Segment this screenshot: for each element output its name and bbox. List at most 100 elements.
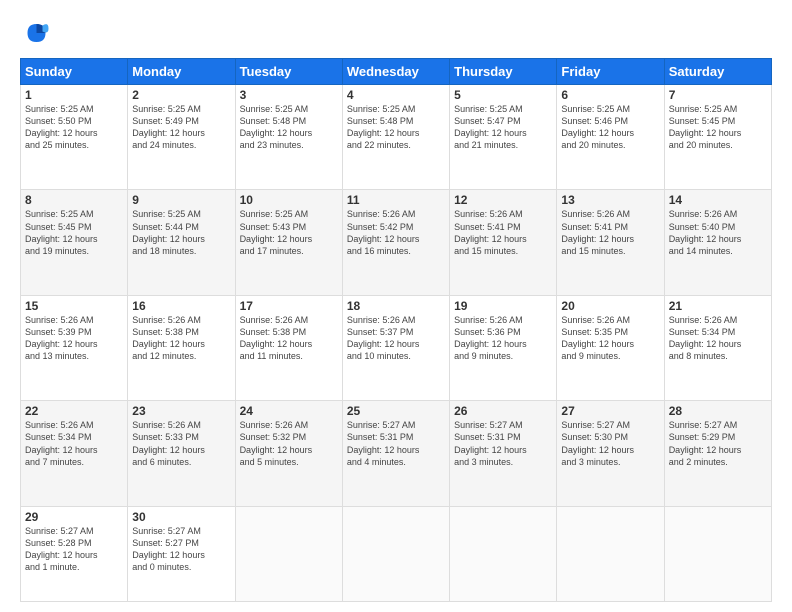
day-info: Sunrise: 5:26 AM Sunset: 5:33 PM Dayligh…	[132, 419, 230, 468]
day-info: Sunrise: 5:25 AM Sunset: 5:43 PM Dayligh…	[240, 208, 338, 257]
calendar-cell: 20Sunrise: 5:26 AM Sunset: 5:35 PM Dayli…	[557, 295, 664, 400]
calendar-cell: 19Sunrise: 5:26 AM Sunset: 5:36 PM Dayli…	[450, 295, 557, 400]
day-number: 4	[347, 88, 445, 102]
day-info: Sunrise: 5:26 AM Sunset: 5:41 PM Dayligh…	[454, 208, 552, 257]
day-info: Sunrise: 5:27 AM Sunset: 5:30 PM Dayligh…	[561, 419, 659, 468]
day-info: Sunrise: 5:27 AM Sunset: 5:31 PM Dayligh…	[454, 419, 552, 468]
day-info: Sunrise: 5:27 AM Sunset: 5:27 PM Dayligh…	[132, 525, 230, 574]
calendar-cell: 15Sunrise: 5:26 AM Sunset: 5:39 PM Dayli…	[21, 295, 128, 400]
day-number: 6	[561, 88, 659, 102]
day-number: 8	[25, 193, 123, 207]
day-number: 19	[454, 299, 552, 313]
day-info: Sunrise: 5:27 AM Sunset: 5:29 PM Dayligh…	[669, 419, 767, 468]
day-number: 24	[240, 404, 338, 418]
day-number: 21	[669, 299, 767, 313]
calendar-cell: 30Sunrise: 5:27 AM Sunset: 5:27 PM Dayli…	[128, 506, 235, 601]
calendar-cell: 1Sunrise: 5:25 AM Sunset: 5:50 PM Daylig…	[21, 85, 128, 190]
day-number: 13	[561, 193, 659, 207]
day-info: Sunrise: 5:25 AM Sunset: 5:44 PM Dayligh…	[132, 208, 230, 257]
day-number: 1	[25, 88, 123, 102]
day-info: Sunrise: 5:25 AM Sunset: 5:47 PM Dayligh…	[454, 103, 552, 152]
day-info: Sunrise: 5:25 AM Sunset: 5:50 PM Dayligh…	[25, 103, 123, 152]
day-info: Sunrise: 5:26 AM Sunset: 5:35 PM Dayligh…	[561, 314, 659, 363]
calendar-cell: 13Sunrise: 5:26 AM Sunset: 5:41 PM Dayli…	[557, 190, 664, 295]
calendar-cell: 18Sunrise: 5:26 AM Sunset: 5:37 PM Dayli…	[342, 295, 449, 400]
calendar-cell: 12Sunrise: 5:26 AM Sunset: 5:41 PM Dayli…	[450, 190, 557, 295]
logo-icon	[20, 18, 50, 48]
calendar-cell: 14Sunrise: 5:26 AM Sunset: 5:40 PM Dayli…	[664, 190, 771, 295]
day-number: 14	[669, 193, 767, 207]
day-number: 2	[132, 88, 230, 102]
day-number: 18	[347, 299, 445, 313]
calendar-cell: 3Sunrise: 5:25 AM Sunset: 5:48 PM Daylig…	[235, 85, 342, 190]
calendar-cell: 7Sunrise: 5:25 AM Sunset: 5:45 PM Daylig…	[664, 85, 771, 190]
day-info: Sunrise: 5:25 AM Sunset: 5:45 PM Dayligh…	[25, 208, 123, 257]
day-number: 27	[561, 404, 659, 418]
day-number: 3	[240, 88, 338, 102]
day-info: Sunrise: 5:27 AM Sunset: 5:28 PM Dayligh…	[25, 525, 123, 574]
calendar-cell: 21Sunrise: 5:26 AM Sunset: 5:34 PM Dayli…	[664, 295, 771, 400]
day-number: 5	[454, 88, 552, 102]
calendar-cell: 28Sunrise: 5:27 AM Sunset: 5:29 PM Dayli…	[664, 401, 771, 506]
day-info: Sunrise: 5:25 AM Sunset: 5:46 PM Dayligh…	[561, 103, 659, 152]
logo	[20, 18, 56, 48]
day-number: 11	[347, 193, 445, 207]
calendar-cell: 29Sunrise: 5:27 AM Sunset: 5:28 PM Dayli…	[21, 506, 128, 601]
day-number: 17	[240, 299, 338, 313]
header	[20, 18, 772, 48]
day-number: 16	[132, 299, 230, 313]
calendar-cell: 25Sunrise: 5:27 AM Sunset: 5:31 PM Dayli…	[342, 401, 449, 506]
calendar-cell: 26Sunrise: 5:27 AM Sunset: 5:31 PM Dayli…	[450, 401, 557, 506]
day-number: 7	[669, 88, 767, 102]
calendar-cell: 16Sunrise: 5:26 AM Sunset: 5:38 PM Dayli…	[128, 295, 235, 400]
day-info: Sunrise: 5:26 AM Sunset: 5:38 PM Dayligh…	[240, 314, 338, 363]
calendar-cell: 4Sunrise: 5:25 AM Sunset: 5:48 PM Daylig…	[342, 85, 449, 190]
day-number: 9	[132, 193, 230, 207]
day-number: 20	[561, 299, 659, 313]
day-info: Sunrise: 5:25 AM Sunset: 5:48 PM Dayligh…	[347, 103, 445, 152]
col-header-saturday: Saturday	[664, 59, 771, 85]
day-number: 12	[454, 193, 552, 207]
day-number: 30	[132, 510, 230, 524]
day-info: Sunrise: 5:27 AM Sunset: 5:31 PM Dayligh…	[347, 419, 445, 468]
page: SundayMondayTuesdayWednesdayThursdayFrid…	[0, 0, 792, 612]
calendar-cell: 6Sunrise: 5:25 AM Sunset: 5:46 PM Daylig…	[557, 85, 664, 190]
day-info: Sunrise: 5:26 AM Sunset: 5:38 PM Dayligh…	[132, 314, 230, 363]
calendar-cell: 23Sunrise: 5:26 AM Sunset: 5:33 PM Dayli…	[128, 401, 235, 506]
calendar-cell: 17Sunrise: 5:26 AM Sunset: 5:38 PM Dayli…	[235, 295, 342, 400]
day-info: Sunrise: 5:26 AM Sunset: 5:34 PM Dayligh…	[669, 314, 767, 363]
day-number: 25	[347, 404, 445, 418]
day-number: 10	[240, 193, 338, 207]
calendar-cell: 10Sunrise: 5:25 AM Sunset: 5:43 PM Dayli…	[235, 190, 342, 295]
day-info: Sunrise: 5:26 AM Sunset: 5:37 PM Dayligh…	[347, 314, 445, 363]
calendar-cell	[235, 506, 342, 601]
calendar-cell: 22Sunrise: 5:26 AM Sunset: 5:34 PM Dayli…	[21, 401, 128, 506]
calendar-table: SundayMondayTuesdayWednesdayThursdayFrid…	[20, 58, 772, 602]
day-number: 15	[25, 299, 123, 313]
calendar-cell: 24Sunrise: 5:26 AM Sunset: 5:32 PM Dayli…	[235, 401, 342, 506]
col-header-friday: Friday	[557, 59, 664, 85]
day-number: 22	[25, 404, 123, 418]
calendar-cell: 9Sunrise: 5:25 AM Sunset: 5:44 PM Daylig…	[128, 190, 235, 295]
day-number: 29	[25, 510, 123, 524]
calendar-cell: 2Sunrise: 5:25 AM Sunset: 5:49 PM Daylig…	[128, 85, 235, 190]
day-info: Sunrise: 5:26 AM Sunset: 5:39 PM Dayligh…	[25, 314, 123, 363]
day-number: 28	[669, 404, 767, 418]
col-header-tuesday: Tuesday	[235, 59, 342, 85]
day-info: Sunrise: 5:26 AM Sunset: 5:34 PM Dayligh…	[25, 419, 123, 468]
day-number: 26	[454, 404, 552, 418]
col-header-wednesday: Wednesday	[342, 59, 449, 85]
day-info: Sunrise: 5:26 AM Sunset: 5:41 PM Dayligh…	[561, 208, 659, 257]
day-info: Sunrise: 5:25 AM Sunset: 5:49 PM Dayligh…	[132, 103, 230, 152]
calendar-cell: 5Sunrise: 5:25 AM Sunset: 5:47 PM Daylig…	[450, 85, 557, 190]
calendar-cell: 27Sunrise: 5:27 AM Sunset: 5:30 PM Dayli…	[557, 401, 664, 506]
col-header-sunday: Sunday	[21, 59, 128, 85]
calendar-cell: 8Sunrise: 5:25 AM Sunset: 5:45 PM Daylig…	[21, 190, 128, 295]
day-info: Sunrise: 5:26 AM Sunset: 5:42 PM Dayligh…	[347, 208, 445, 257]
calendar-cell: 11Sunrise: 5:26 AM Sunset: 5:42 PM Dayli…	[342, 190, 449, 295]
day-info: Sunrise: 5:26 AM Sunset: 5:36 PM Dayligh…	[454, 314, 552, 363]
day-info: Sunrise: 5:25 AM Sunset: 5:45 PM Dayligh…	[669, 103, 767, 152]
calendar-cell	[342, 506, 449, 601]
calendar-cell	[557, 506, 664, 601]
day-info: Sunrise: 5:26 AM Sunset: 5:32 PM Dayligh…	[240, 419, 338, 468]
